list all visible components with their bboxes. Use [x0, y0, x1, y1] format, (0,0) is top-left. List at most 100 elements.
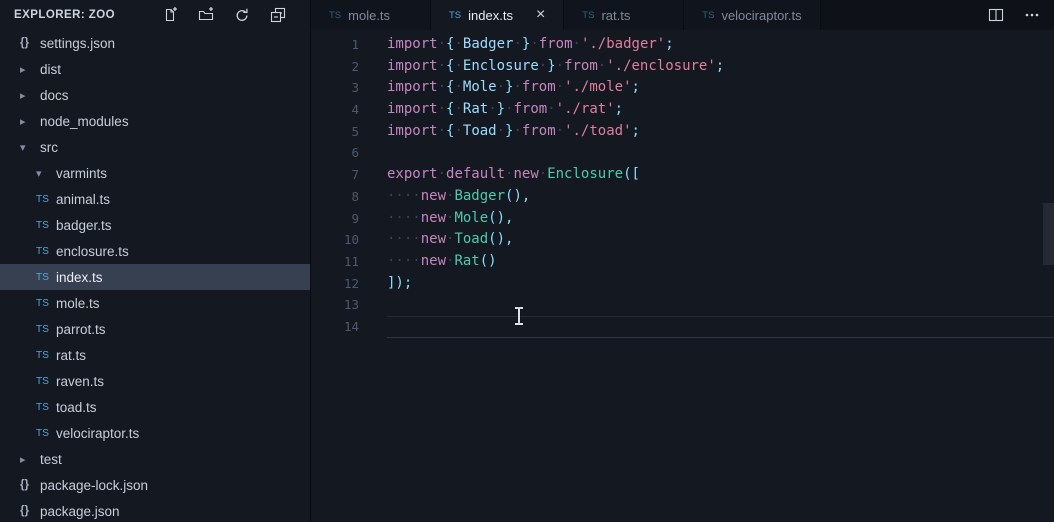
code-line-14: 14: [311, 316, 1054, 338]
tree-item-mole.ts[interactable]: TSmole.ts: [0, 290, 310, 316]
line-number: 10: [311, 229, 359, 251]
ts-icon: TS: [36, 350, 56, 361]
tree-item-label: enclosure.ts: [56, 244, 129, 259]
line-content: ····new·Rat(): [359, 251, 497, 273]
tree-item-varmints[interactable]: ▾varmints: [0, 160, 310, 186]
ts-icon: TS: [449, 10, 461, 21]
new-folder-icon[interactable]: [198, 7, 214, 23]
tree-item-package.json[interactable]: {}package.json: [0, 498, 310, 522]
chevron-right-icon: ▸: [20, 89, 40, 102]
tree-item-index.ts[interactable]: TSindex.ts: [0, 264, 310, 290]
tree-item-parrot.ts[interactable]: TSparrot.ts: [0, 316, 310, 342]
line-number: 9: [311, 208, 359, 230]
tab-rat.ts[interactable]: TS rat.ts: [564, 0, 684, 30]
line-content: import·{·Rat·}·from·'./rat';: [359, 99, 623, 121]
ts-icon: TS: [36, 324, 56, 335]
tree-item-badger.ts[interactable]: TSbadger.ts: [0, 212, 310, 238]
tree-item-test[interactable]: ▸test: [0, 446, 310, 472]
code-line-12: 12]);: [311, 273, 1054, 295]
chevron-right-icon: ▸: [20, 63, 40, 76]
ts-icon: TS: [582, 10, 594, 21]
line-content: ····new·Badger(),: [359, 186, 530, 208]
line-number: 2: [311, 56, 359, 78]
code-lines: 1import·{·Badger·}·from·'./badger';2impo…: [311, 30, 1054, 338]
editor-region: TSmole.tsTSindex.ts×TSrat.tsTSvelocirapt…: [311, 0, 1054, 522]
tabs: TSmole.tsTSindex.ts×TSrat.tsTSvelocirapt…: [311, 0, 821, 30]
json-icon: {}: [20, 479, 40, 491]
tree-item-label: settings.json: [40, 36, 115, 51]
ts-icon: TS: [36, 402, 56, 413]
line-number: 4: [311, 99, 359, 121]
line-content: import·{·Badger·}·from·'./badger';: [359, 34, 674, 56]
new-file-icon[interactable]: [162, 7, 178, 23]
tree-item-src[interactable]: ▾src: [0, 134, 310, 160]
chevron-down-icon: ▾: [36, 167, 56, 180]
tree-item-label: mole.ts: [56, 296, 100, 311]
tree-item-enclosure.ts[interactable]: TSenclosure.ts: [0, 238, 310, 264]
line-content: import·{·Mole·}·from·'./mole';: [359, 77, 640, 99]
tree-item-label: animal.ts: [56, 192, 110, 207]
tree-item-label: dist: [40, 62, 61, 77]
ts-icon: TS: [36, 298, 56, 309]
tree-item-rat.ts[interactable]: TSrat.ts: [0, 342, 310, 368]
tree-item-node_modules[interactable]: ▸node_modules: [0, 108, 310, 134]
ts-icon: TS: [36, 272, 56, 283]
tree-item-label: index.ts: [56, 270, 103, 285]
line-content: [359, 294, 387, 316]
line-number: 8: [311, 186, 359, 208]
ts-icon: TS: [36, 194, 56, 205]
line-content: import·{·Enclosure·}·from·'./enclosure';: [359, 56, 724, 78]
ts-icon: TS: [702, 10, 714, 21]
code-line-10: 10····new·Toad(),: [311, 229, 1054, 251]
tree-item-label: rat.ts: [56, 348, 86, 363]
tab-label: velociraptor.ts: [721, 8, 801, 23]
tree-item-label: badger.ts: [56, 218, 112, 233]
chevron-right-icon: ▸: [20, 115, 40, 128]
tree-item-dist[interactable]: ▸dist: [0, 56, 310, 82]
line-number: 6: [311, 142, 359, 164]
explorer-actions: [162, 7, 286, 23]
json-icon: {}: [20, 505, 40, 517]
tree-item-package-lock.json[interactable]: {}package-lock.json: [0, 472, 310, 498]
code-line-1: 1import·{·Badger·}·from·'./badger';: [311, 34, 1054, 56]
vscode-window: EXPLORER: ZOO {}settings.json▸dist▸docs▸…: [0, 0, 1054, 522]
tree-item-animal.ts[interactable]: TSanimal.ts: [0, 186, 310, 212]
line-number: 3: [311, 77, 359, 99]
explorer-header: EXPLORER: ZOO: [0, 0, 310, 30]
code-editor[interactable]: 1import·{·Badger·}·from·'./badger';2impo…: [311, 30, 1054, 522]
code-line-13: 13: [311, 294, 1054, 316]
collapse-all-icon[interactable]: [270, 7, 286, 23]
tab-velociraptor.ts[interactable]: TS velociraptor.ts: [684, 0, 820, 30]
tab-label: mole.ts: [348, 8, 390, 23]
ts-icon: TS: [329, 10, 341, 21]
line-number: 1: [311, 34, 359, 56]
line-content: import·{·Toad·}·from·'./toad';: [359, 121, 640, 143]
tree-item-toad.ts[interactable]: TStoad.ts: [0, 394, 310, 420]
tree-item-settings.json[interactable]: {}settings.json: [0, 30, 310, 56]
tree-item-label: velociraptor.ts: [56, 426, 139, 441]
line-number: 12: [311, 273, 359, 295]
line-content: ····new·Toad(),: [359, 229, 513, 251]
file-tree: {}settings.json▸dist▸docs▸node_modules▾s…: [0, 30, 310, 522]
tree-item-docs[interactable]: ▸docs: [0, 82, 310, 108]
code-line-8: 8····new·Badger(),: [311, 186, 1054, 208]
tree-item-label: toad.ts: [56, 400, 97, 415]
json-icon: {}: [20, 37, 40, 49]
explorer-title: EXPLORER: ZOO: [14, 9, 115, 21]
tab-index.ts[interactable]: TSindex.ts×: [431, 0, 564, 30]
ts-icon: TS: [36, 376, 56, 387]
tree-item-raven.ts[interactable]: TSraven.ts: [0, 368, 310, 394]
split-editor-icon[interactable]: [988, 7, 1004, 23]
line-number: 14: [311, 316, 359, 338]
tree-item-label: package.json: [40, 504, 120, 519]
tab-label: rat.ts: [601, 8, 630, 23]
tree-item-label: docs: [40, 88, 69, 103]
tab-mole.ts[interactable]: TS mole.ts: [311, 0, 431, 30]
line-number: 7: [311, 164, 359, 186]
refresh-icon[interactable]: [234, 7, 250, 23]
code-line-2: 2import·{·Enclosure·}·from·'./enclosure'…: [311, 56, 1054, 78]
close-icon[interactable]: ×: [536, 7, 545, 23]
tree-item-velociraptor.ts[interactable]: TSvelociraptor.ts: [0, 420, 310, 446]
editor-scrollbar[interactable]: [1043, 203, 1054, 265]
more-actions-icon[interactable]: [1024, 7, 1040, 23]
